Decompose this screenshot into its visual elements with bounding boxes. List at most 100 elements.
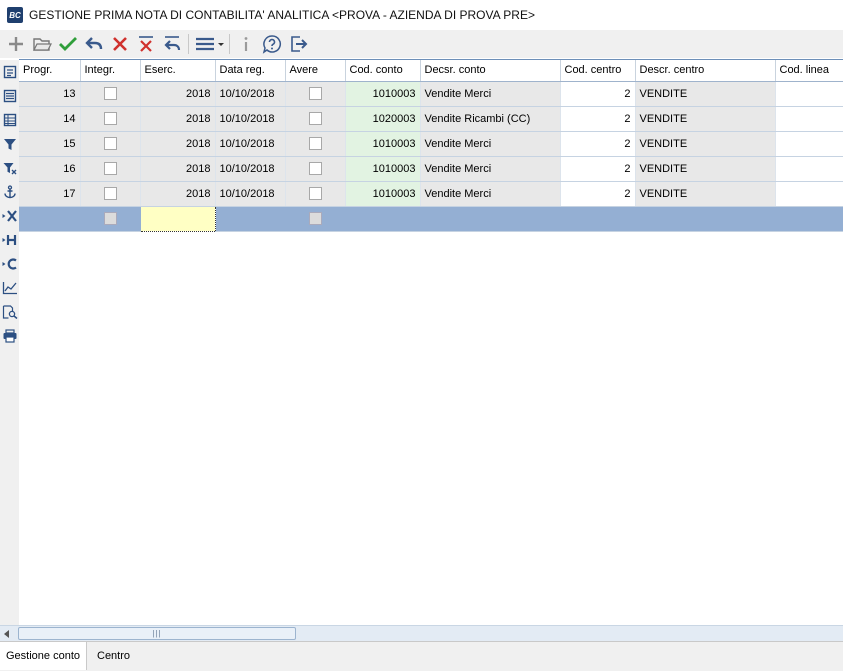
cell-avere[interactable] bbox=[285, 206, 346, 232]
cell-data-reg[interactable]: 10/10/2018 bbox=[215, 131, 286, 157]
cell-avere[interactable] bbox=[285, 156, 346, 182]
cell-cod-centro[interactable]: 2 bbox=[560, 81, 636, 107]
cell-descr-centro[interactable]: VENDITE bbox=[635, 81, 776, 107]
table-view-icon[interactable] bbox=[0, 108, 19, 132]
cell-progr[interactable]: 13 bbox=[19, 81, 81, 107]
filter-clear-icon[interactable] bbox=[0, 156, 19, 180]
cell-avere[interactable] bbox=[285, 81, 346, 107]
cell-eserc-editing[interactable] bbox=[139, 205, 216, 232]
cell-data-reg[interactable] bbox=[215, 206, 286, 232]
new-entry-row[interactable] bbox=[19, 205, 843, 232]
data-grid[interactable]: Progr. Integr. Eserc. Data reg. Avere Co… bbox=[19, 59, 843, 625]
menu-icon[interactable] bbox=[192, 32, 226, 56]
cell-integr[interactable] bbox=[80, 81, 141, 107]
add-icon[interactable] bbox=[3, 32, 29, 56]
integr-checkbox[interactable] bbox=[103, 187, 117, 200]
column-header-eserc[interactable]: Eserc. bbox=[140, 60, 216, 82]
avere-checkbox[interactable] bbox=[308, 112, 322, 125]
horizontal-scrollbar[interactable]: ||| bbox=[0, 625, 843, 641]
avere-checkbox[interactable] bbox=[308, 187, 322, 200]
cell-cod-centro[interactable]: 2 bbox=[560, 181, 636, 207]
cell-cod-linea[interactable] bbox=[775, 156, 843, 182]
undo-icon[interactable] bbox=[81, 32, 107, 56]
integr-checkbox[interactable] bbox=[103, 137, 117, 150]
cell-cod-linea[interactable] bbox=[775, 131, 843, 157]
cell-descr-centro[interactable]: VENDITE bbox=[635, 131, 776, 157]
list-view-icon[interactable] bbox=[0, 84, 19, 108]
cell-data-reg[interactable]: 10/10/2018 bbox=[215, 106, 286, 132]
cell-descr-centro[interactable]: VENDITE bbox=[635, 181, 776, 207]
table-row[interactable]: 14 2018 10/10/2018 1020003 Vendite Ricam… bbox=[19, 106, 843, 132]
cell-descr-conto[interactable] bbox=[420, 206, 561, 232]
print-icon[interactable] bbox=[0, 324, 19, 348]
cell-eserc[interactable]: 2018 bbox=[140, 106, 216, 132]
cell-integr[interactable] bbox=[80, 181, 141, 207]
delete-x-icon[interactable] bbox=[107, 32, 133, 56]
column-header-data-reg[interactable]: Data reg. bbox=[215, 60, 286, 82]
cell-progr[interactable]: 17 bbox=[19, 181, 81, 207]
cell-data-reg[interactable]: 10/10/2018 bbox=[215, 81, 286, 107]
chart-icon[interactable] bbox=[0, 276, 19, 300]
scroll-left-arrow-icon[interactable] bbox=[3, 629, 11, 639]
column-header-descr-conto[interactable]: Decsr. conto bbox=[420, 60, 561, 82]
cell-data-reg[interactable]: 10/10/2018 bbox=[215, 181, 286, 207]
cell-integr[interactable] bbox=[80, 206, 141, 232]
integr-checkbox[interactable] bbox=[103, 112, 117, 125]
cell-descr-conto[interactable]: Vendite Merci bbox=[420, 181, 561, 207]
cell-descr-centro[interactable]: VENDITE bbox=[635, 156, 776, 182]
confirm-check-icon[interactable] bbox=[55, 32, 81, 56]
cell-cod-linea[interactable] bbox=[775, 181, 843, 207]
table-row[interactable]: 16 2018 10/10/2018 1010003 Vendite Merci… bbox=[19, 156, 843, 182]
form-view-icon[interactable] bbox=[0, 60, 19, 84]
cell-cod-centro[interactable]: 2 bbox=[560, 131, 636, 157]
tab-gestione-conto[interactable]: Gestione conto bbox=[0, 642, 87, 670]
column-header-cod-linea[interactable]: Cod. linea bbox=[775, 60, 843, 82]
info-icon[interactable] bbox=[233, 32, 259, 56]
print-preview-icon[interactable] bbox=[0, 300, 19, 324]
table-row[interactable]: 15 2018 10/10/2018 1010003 Vendite Merci… bbox=[19, 131, 843, 157]
column-header-cod-conto[interactable]: Cod. conto bbox=[345, 60, 421, 82]
cell-eserc[interactable]: 2018 bbox=[140, 181, 216, 207]
cell-eserc[interactable]: 2018 bbox=[140, 131, 216, 157]
avere-checkbox[interactable] bbox=[308, 137, 322, 150]
cell-progr[interactable] bbox=[19, 206, 81, 232]
cell-eserc[interactable]: 2018 bbox=[140, 81, 216, 107]
cell-progr[interactable]: 16 bbox=[19, 156, 81, 182]
cell-cod-centro[interactable]: 2 bbox=[560, 106, 636, 132]
table-row[interactable]: 17 2018 10/10/2018 1010003 Vendite Merci… bbox=[19, 181, 843, 207]
cell-progr[interactable]: 14 bbox=[19, 106, 81, 132]
cell-integr[interactable] bbox=[80, 106, 141, 132]
integr-checkbox[interactable] bbox=[103, 162, 117, 175]
cell-cod-linea[interactable] bbox=[775, 81, 843, 107]
cell-descr-conto[interactable]: Vendite Merci bbox=[420, 156, 561, 182]
avere-checkbox[interactable] bbox=[308, 162, 322, 175]
cell-cod-linea[interactable] bbox=[775, 206, 843, 232]
column-header-integr[interactable]: Integr. bbox=[80, 60, 141, 82]
anchor-icon[interactable] bbox=[0, 180, 19, 204]
cell-cod-conto[interactable] bbox=[345, 206, 421, 232]
cell-descr-centro[interactable]: VENDITE bbox=[635, 106, 776, 132]
cell-cod-conto[interactable]: 1010003 bbox=[345, 81, 421, 107]
cell-cod-conto[interactable]: 1010003 bbox=[345, 181, 421, 207]
cell-avere[interactable] bbox=[285, 181, 346, 207]
exit-icon[interactable] bbox=[285, 32, 311, 56]
avere-checkbox[interactable] bbox=[308, 212, 322, 225]
cell-integr[interactable] bbox=[80, 131, 141, 157]
filter-icon[interactable] bbox=[0, 132, 19, 156]
export-excel-icon[interactable] bbox=[0, 204, 19, 228]
cell-data-reg[interactable]: 10/10/2018 bbox=[215, 156, 286, 182]
cell-descr-centro[interactable] bbox=[635, 206, 776, 232]
cell-cod-linea[interactable] bbox=[775, 106, 843, 132]
cell-descr-conto[interactable]: Vendite Ricambi (CC) bbox=[420, 106, 561, 132]
integr-checkbox[interactable] bbox=[103, 87, 117, 100]
help-icon[interactable] bbox=[259, 32, 285, 56]
open-folder-icon[interactable] bbox=[29, 32, 55, 56]
revert-icon[interactable] bbox=[159, 32, 185, 56]
cell-cod-conto[interactable]: 1020003 bbox=[345, 106, 421, 132]
cell-cod-conto[interactable]: 1010003 bbox=[345, 131, 421, 157]
cell-avere[interactable] bbox=[285, 106, 346, 132]
tab-centro[interactable]: Centro bbox=[91, 642, 136, 670]
export-csv-icon[interactable] bbox=[0, 252, 19, 276]
table-row[interactable]: 13 2018 10/10/2018 1010003 Vendite Merci… bbox=[19, 81, 843, 107]
column-header-descr-centro[interactable]: Descr. centro bbox=[635, 60, 776, 82]
